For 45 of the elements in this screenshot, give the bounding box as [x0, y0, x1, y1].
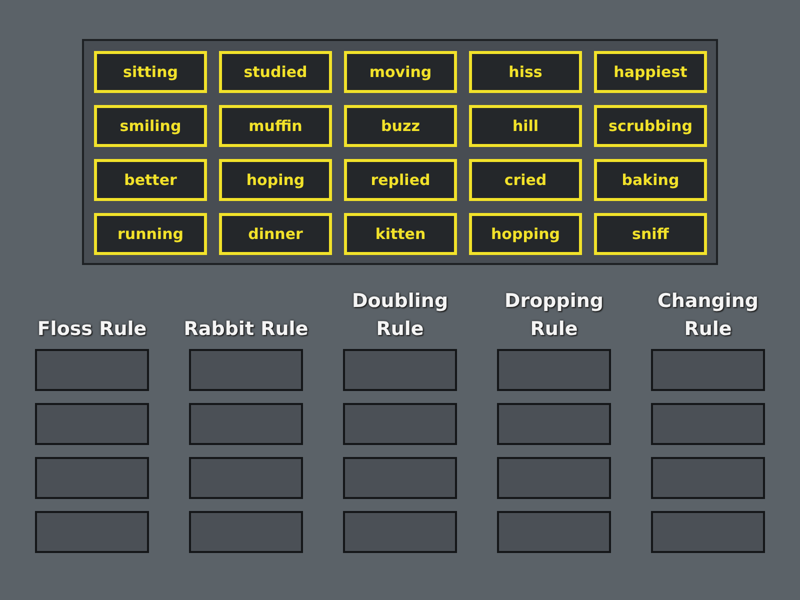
word-tile[interactable]: scrubbing — [594, 105, 707, 147]
word-tile[interactable]: smiling — [94, 105, 207, 147]
drop-slot[interactable] — [189, 403, 303, 445]
category-heading: Changing Rule — [656, 289, 760, 342]
word-tile[interactable]: sitting — [94, 51, 207, 93]
drop-slot[interactable] — [343, 403, 457, 445]
word-tile[interactable]: hiss — [469, 51, 582, 93]
category-heading: Doubling Rule — [350, 289, 450, 342]
drop-slot[interactable] — [497, 511, 611, 553]
drop-slot[interactable] — [497, 349, 611, 391]
drop-slot[interactable] — [651, 457, 765, 499]
drop-slot[interactable] — [35, 403, 149, 445]
word-tile[interactable]: hoping — [219, 159, 332, 201]
word-tile[interactable]: better — [94, 159, 207, 201]
word-tile[interactable]: running — [94, 213, 207, 255]
word-tile[interactable]: kitten — [344, 213, 457, 255]
category-heading: Rabbit Rule — [182, 317, 310, 342]
word-tile[interactable]: buzz — [344, 105, 457, 147]
drop-slot[interactable] — [343, 349, 457, 391]
drop-slot[interactable] — [35, 511, 149, 553]
drop-slot[interactable] — [189, 457, 303, 499]
drop-slot[interactable] — [497, 457, 611, 499]
word-tile[interactable]: dinner — [219, 213, 332, 255]
category-heading: Dropping Rule — [503, 289, 605, 342]
word-tile[interactable]: happiest — [594, 51, 707, 93]
drop-slot[interactable] — [343, 511, 457, 553]
drop-slot[interactable] — [189, 349, 303, 391]
drop-slot[interactable] — [35, 457, 149, 499]
drop-slot[interactable] — [189, 511, 303, 553]
category-heading: Floss Rule — [36, 317, 148, 342]
drop-slot[interactable] — [343, 457, 457, 499]
drop-slot[interactable] — [651, 511, 765, 553]
drop-slot[interactable] — [497, 403, 611, 445]
drop-slot[interactable] — [651, 349, 765, 391]
drop-slot[interactable] — [35, 349, 149, 391]
word-tile[interactable]: hill — [469, 105, 582, 147]
word-tile[interactable]: studied — [219, 51, 332, 93]
word-tile[interactable]: replied — [344, 159, 457, 201]
word-tile[interactable]: sniff — [594, 213, 707, 255]
drop-slot[interactable] — [651, 403, 765, 445]
word-tile[interactable]: hopping — [469, 213, 582, 255]
word-tile[interactable]: moving — [344, 51, 457, 93]
word-tile[interactable]: muffin — [219, 105, 332, 147]
word-tile[interactable]: baking — [594, 159, 707, 201]
word-tile[interactable]: cried — [469, 159, 582, 201]
